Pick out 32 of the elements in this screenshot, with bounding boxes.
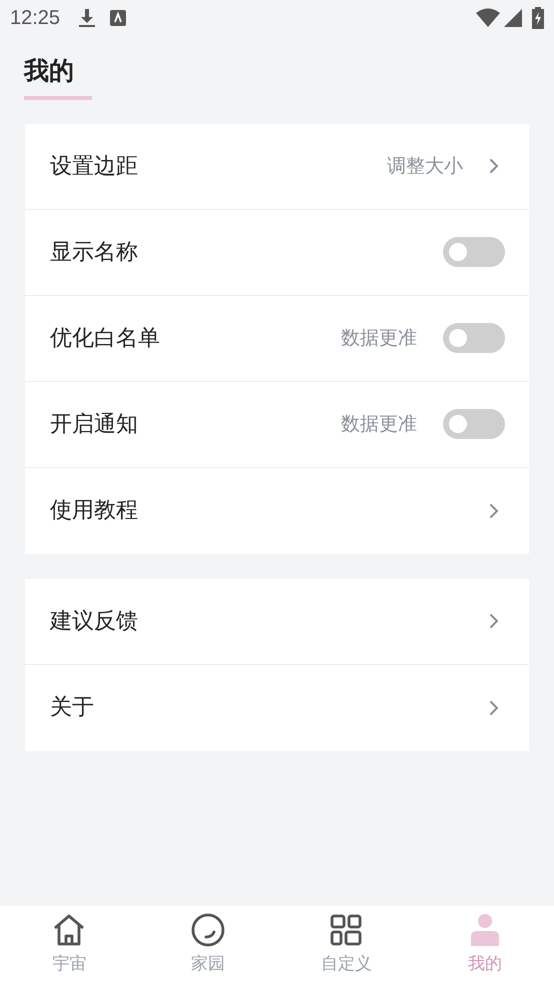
chevron-right-icon	[489, 158, 499, 174]
circle-icon	[190, 912, 226, 948]
chevron-right-icon	[489, 700, 499, 716]
signal-icon	[504, 8, 522, 28]
row-detail: 调整大小	[387, 154, 463, 179]
row-detail: 数据更准	[341, 326, 417, 351]
settings-row[interactable]: 开启通知 数据更准	[25, 382, 529, 468]
row-label: 优化白名单	[50, 324, 161, 352]
toggle-switch[interactable]	[443, 323, 505, 353]
download-icon	[78, 8, 96, 28]
toggle-switch[interactable]	[443, 409, 505, 439]
toggle-switch[interactable]	[443, 237, 505, 267]
chevron-right-icon	[489, 502, 499, 518]
settings-row[interactable]: 使用教程	[25, 468, 529, 554]
chevron-right-icon	[489, 613, 499, 629]
row-label: 建议反馈	[50, 608, 139, 636]
grid-icon	[328, 912, 364, 948]
settings-row[interactable]: 关于	[25, 664, 529, 750]
status-time: 12:25	[10, 6, 60, 31]
settings-row[interactable]: 优化白名单 数据更准	[25, 296, 529, 382]
settings-row[interactable]: 建议反馈	[25, 578, 529, 664]
page-title: 我的	[24, 55, 74, 87]
settings-row[interactable]: 显示名称	[25, 210, 529, 296]
settings-row[interactable]: 设置边距 调整大小	[25, 124, 529, 210]
row-detail: 数据更准	[341, 412, 417, 437]
wifi-icon	[476, 8, 500, 28]
row-label: 使用教程	[50, 497, 139, 525]
row-label: 开启通知	[50, 410, 139, 438]
row-label: 显示名称	[50, 238, 139, 266]
battery-icon	[532, 7, 544, 29]
row-label: 设置边距	[50, 152, 139, 180]
row-label: 关于	[50, 694, 95, 722]
